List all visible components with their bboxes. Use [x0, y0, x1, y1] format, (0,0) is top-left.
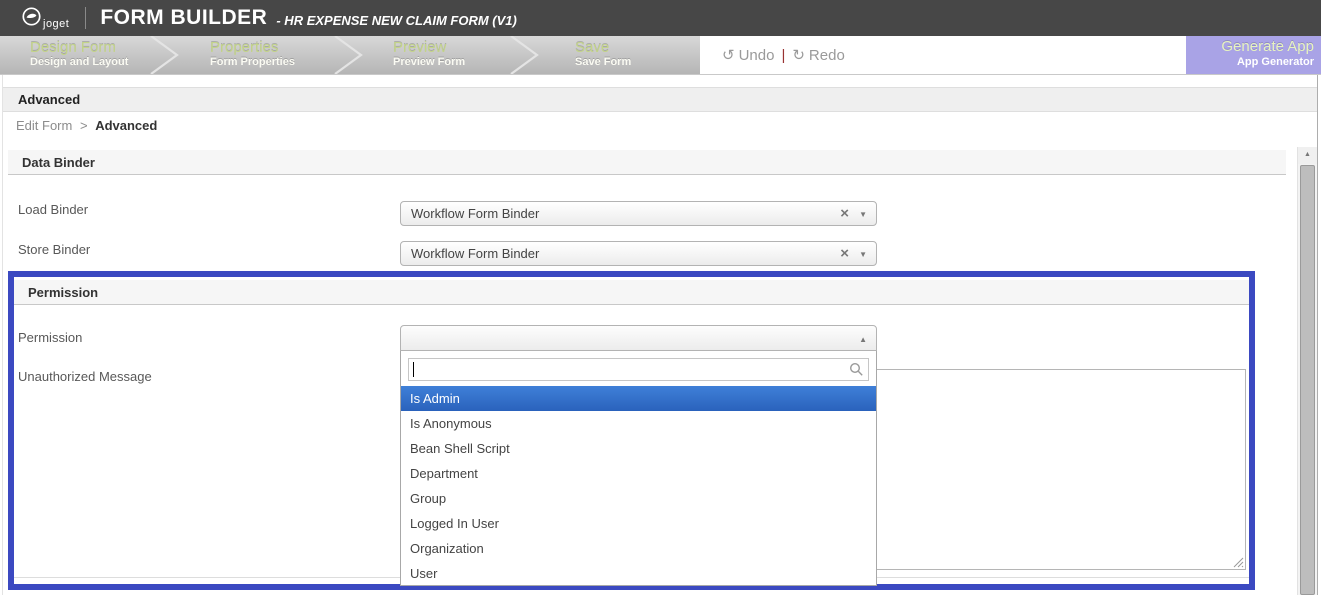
chevron-down-icon[interactable]: ▼ [859, 250, 867, 259]
data-binder-title: Data Binder [22, 154, 95, 170]
dropdown-search-wrap [408, 358, 869, 381]
chevron-separator-icon [150, 36, 179, 74]
step-sublabel: Form Properties [210, 56, 295, 68]
step-label: Preview [393, 39, 447, 56]
undo-icon: ↺ [722, 46, 735, 64]
step-label: Properties [210, 39, 279, 56]
advanced-title-bar: Advanced [3, 87, 1317, 112]
breadcrumb-current: Advanced [95, 118, 158, 133]
tab-save[interactable]: Save Save Form [575, 39, 631, 69]
step-sublabel: Save Form [575, 56, 632, 68]
generate-app-label: Generate App [1221, 38, 1314, 55]
unauthorized-message-label: Unauthorized Message [18, 369, 152, 384]
permission-section-title: Permission [28, 284, 99, 300]
scrollbar-up-arrow[interactable]: ▲ [1298, 147, 1317, 164]
permission-section-header: Permission [14, 280, 1249, 305]
clear-icon[interactable]: × [840, 245, 849, 263]
content-left-edge [2, 75, 3, 595]
dropdown-option-is-anonymous[interactable]: Is Anonymous [401, 411, 876, 436]
tab-properties[interactable]: Properties Form Properties [210, 39, 295, 69]
dropdown-option-department[interactable]: Department [401, 461, 876, 486]
dropdown-option-user[interactable]: User [401, 561, 876, 586]
joget-logo: joget [22, 6, 70, 30]
redo-icon: ↻ [792, 46, 805, 64]
tab-preview[interactable]: Preview Preview Form [393, 39, 465, 69]
step-sublabel: Preview Form [393, 56, 466, 68]
joget-logo-icon [22, 6, 41, 26]
redo-button[interactable]: ↻ Redo [792, 46, 844, 64]
data-binder-section-header: Data Binder [8, 150, 1286, 175]
dropdown-option-is-admin[interactable]: Is Admin [401, 386, 876, 411]
breadcrumb: Edit Form > Advanced [16, 118, 157, 133]
tab-design-form[interactable]: Design Form Design and Layout [30, 39, 128, 69]
undo-redo-bar: ↺ Undo | ↻ Redo [700, 36, 1186, 74]
load-binder-select[interactable]: Workflow Form Binder × ▼ [400, 201, 877, 226]
load-binder-value: Workflow Form Binder [411, 206, 540, 221]
generate-app-sublabel: App Generator [1236, 56, 1314, 68]
permission-label: Permission [18, 330, 83, 345]
chevron-up-icon[interactable]: ▲ [859, 335, 867, 344]
vertical-scrollbar[interactable]: ▲ [1297, 147, 1317, 595]
load-binder-label: Load Binder [18, 202, 89, 217]
dropdown-search-input[interactable] [408, 358, 869, 381]
step-nav: Design Form Design and Layout Properties… [0, 36, 1321, 75]
store-binder-value: Workflow Form Binder [411, 246, 540, 261]
app-title: FORM BUILDER [100, 6, 268, 29]
undo-redo-divider: | [781, 46, 786, 64]
resize-grip-icon[interactable] [1232, 556, 1244, 568]
top-bar: joget FORM BUILDER - HR EXPENSE NEW CLAI… [0, 0, 1321, 36]
content-right-edge [1317, 75, 1318, 595]
chevron-down-icon[interactable]: ▼ [859, 210, 867, 219]
search-icon [849, 362, 863, 376]
chevron-separator-icon [510, 36, 539, 74]
form-name-subtitle: - HR EXPENSE NEW CLAIM FORM (V1) [276, 13, 517, 28]
joget-logo-text: joget [43, 17, 70, 30]
step-sublabel: Design and Layout [30, 56, 129, 68]
dropdown-option-bean-shell-script[interactable]: Bean Shell Script [401, 436, 876, 461]
scrollbar-thumb[interactable] [1300, 165, 1315, 595]
permission-select[interactable]: ▲ [400, 325, 877, 351]
text-caret [413, 362, 414, 377]
page-title: Advanced [18, 92, 81, 107]
title-divider [85, 7, 87, 29]
breadcrumb-separator: > [79, 118, 88, 133]
store-binder-label: Store Binder [18, 242, 91, 257]
permission-highlight-box: Permission Permission Unauthorized Messa… [8, 271, 1255, 590]
clear-icon[interactable]: × [840, 205, 849, 223]
store-binder-select[interactable]: Workflow Form Binder × ▼ [400, 241, 877, 266]
breadcrumb-edit-form-link[interactable]: Edit Form [16, 118, 72, 133]
undo-label: Undo [738, 46, 775, 64]
dropdown-option-logged-in-user[interactable]: Logged In User [401, 511, 876, 536]
dropdown-option-list: Is Admin Is Anonymous Bean Shell Script … [401, 386, 876, 586]
dropdown-option-organization[interactable]: Organization [401, 536, 876, 561]
permission-dropdown-panel: Is Admin Is Anonymous Bean Shell Script … [400, 351, 877, 586]
form-builder-screen: joget FORM BUILDER - HR EXPENSE NEW CLAI… [0, 0, 1321, 595]
chevron-separator-icon [334, 36, 363, 74]
undo-button[interactable]: ↺ Undo [722, 46, 774, 64]
step-label: Design Form [30, 39, 116, 56]
step-label: Save [575, 39, 610, 56]
generate-app-button[interactable]: Generate App App Generator [1186, 36, 1321, 74]
dropdown-option-group[interactable]: Group [401, 486, 876, 511]
steps-strip: Design Form Design and Layout Properties… [0, 36, 700, 74]
redo-label: Redo [808, 46, 845, 64]
